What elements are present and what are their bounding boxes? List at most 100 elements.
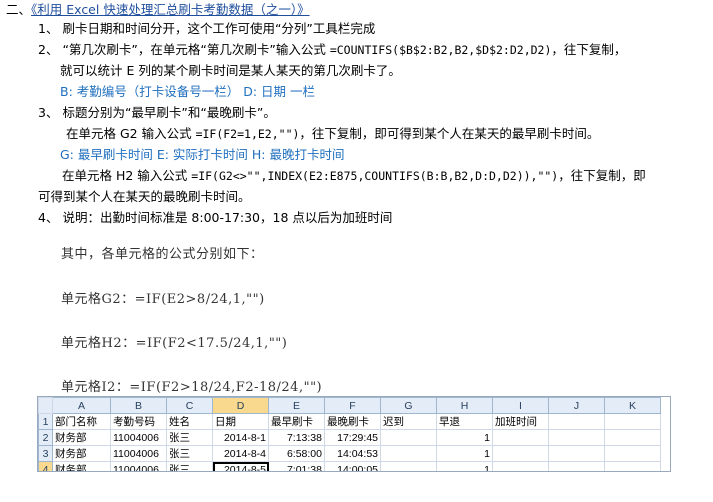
table-cell[interactable]	[604, 461, 661, 471]
table-cell[interactable]: 日期	[212, 413, 269, 430]
table-row: 2 财务部 11004006 张三 2014-8-1 7:13:38 17:29…	[38, 429, 661, 446]
table-cell[interactable]: 财务部	[52, 429, 111, 446]
table-row: 3 财务部 11004006 张三 2014-8-4 6:58:00 14:04…	[38, 445, 661, 462]
select-all-corner[interactable]	[38, 397, 53, 414]
step-number: 2、	[38, 42, 59, 57]
step-2-note: B: 考勤编号（打卡设备号一栏） D: 日期 一栏	[60, 84, 316, 99]
row-header[interactable]: 2	[38, 429, 53, 446]
step-1: 1、 刷卡日期和时间分开，这个工作可使用“分列”工具栏完成	[38, 21, 375, 37]
step-text: ，往下复制，即可得到某个人在某天的最早刷卡时间。	[299, 126, 600, 141]
row-header[interactable]: 1	[38, 413, 53, 430]
formula-intro: 其中，各单元格的公式分别如下：	[61, 247, 264, 262]
table-cell[interactable]	[380, 429, 437, 446]
step-3-g2: 在单元格 G2 输入公式 =IF(F2=1,E2,"")，往下复制，即可得到某个…	[66, 126, 599, 142]
step-number: 1、	[38, 21, 59, 36]
column-header[interactable]: B	[110, 397, 167, 414]
table-cell[interactable]: 2014-8-1	[212, 429, 269, 446]
table-cell[interactable]	[492, 461, 549, 471]
step-3: 3、 标题分别为“最早刷卡”和“最晚刷卡”。	[38, 105, 276, 121]
active-cell[interactable]: 2014-8-5	[212, 461, 269, 471]
column-header-row: A B C D E F G H I J K	[38, 397, 661, 414]
table-cell[interactable]	[604, 429, 661, 446]
table-cell[interactable]	[380, 445, 437, 462]
table-cell[interactable]	[548, 445, 605, 462]
table-cell[interactable]: 7:13:38	[268, 429, 325, 446]
table-cell[interactable]	[380, 461, 437, 471]
table-row: 1 部门名称 考勤号码 姓名 日期 最早刷卡 最晚刷卡 迟到 早退 加班时间	[38, 413, 661, 430]
table-cell[interactable]: 张三	[166, 461, 213, 471]
row-header[interactable]: 3	[38, 445, 53, 462]
step-2: 2、 “第几次刷卡”，在单元格“第几次刷卡”输入公式 =COUNTIFS($B$…	[38, 42, 626, 58]
table-cell[interactable]	[548, 461, 605, 471]
step-3-continued: 可得到某个人在某天的最晚刷卡时间。	[38, 189, 251, 204]
column-header[interactable]: G	[380, 397, 437, 414]
table-cell[interactable]	[492, 429, 549, 446]
table-row: 4 财务部 11004006 张三 2014-8-5 7:01:38 14:00…	[38, 461, 661, 471]
table-cell[interactable]: 张三	[166, 429, 213, 446]
table-cell[interactable]: 考勤号码	[110, 413, 167, 430]
column-header[interactable]: K	[604, 397, 661, 414]
table-cell[interactable]: 14:00:05	[324, 461, 381, 471]
table-cell[interactable]: 14:04:53	[324, 445, 381, 462]
step-3-note: G: 最早刷卡时间 E: 实际打卡时间 H: 最晚打卡时间	[60, 147, 345, 162]
table-cell[interactable]: 财务部	[52, 445, 111, 462]
step-text: 标题分别为“最早刷卡”和“最晚刷卡”。	[62, 105, 276, 120]
table-cell[interactable]	[604, 445, 661, 462]
table-cell[interactable]: 姓名	[166, 413, 213, 430]
step-text: “第几次刷卡”，在单元格“第几次刷卡”输入公式	[62, 42, 330, 57]
step-text: 刷卡日期和时间分开，这个工作可使用“分列”工具栏完成	[62, 21, 376, 36]
column-header[interactable]: F	[324, 397, 381, 414]
formula-i2: 单元格I2：=IF(F2>18/24,F2-18/24,"")	[61, 380, 323, 395]
table-cell[interactable]: 最晚刷卡	[324, 413, 381, 430]
step-text: ，往下复制，	[551, 42, 627, 57]
column-header[interactable]: E	[268, 397, 325, 414]
table-cell[interactable]: 11004006	[110, 445, 167, 462]
column-header[interactable]: D	[212, 397, 269, 414]
table-cell[interactable]	[548, 413, 605, 430]
step-text: ，往下复制，即	[558, 168, 646, 183]
formula: =COUNTIFS($B$2:B2,B2,$D$2:D2,D2)	[329, 43, 552, 57]
table-cell[interactable]: 2014-8-4	[212, 445, 269, 462]
step-text: 在单元格 H2 输入公式	[62, 168, 192, 183]
formula: =IF(G2<>"",INDEX(E2:E875,COUNTIFS(B:B,B2…	[191, 169, 559, 183]
spreadsheet-grid: A B C D E F G H I J K 1 部门名称 考勤号码 姓名 日期 …	[38, 397, 661, 471]
table-cell[interactable]: 部门名称	[52, 413, 111, 430]
article-link[interactable]: 《利用 Excel 快速处理汇总刷卡考勤数据（之一）》	[31, 2, 310, 17]
table-cell[interactable]: 1	[436, 429, 493, 446]
step-4: 4、 说明：出勤时间标准是 8:00-17:30，18 点以后为加班时间	[38, 210, 392, 226]
table-cell[interactable]: 1	[436, 461, 493, 471]
formula-h2: 单元格H2：=IF(F2<17.5/24,1,"")	[61, 336, 288, 351]
formula-g2: 单元格G2：=IF(E2>8/24,1,"")	[61, 292, 265, 307]
table-cell[interactable]: 最早刷卡	[268, 413, 325, 430]
step-3-h2: 在单元格 H2 输入公式 =IF(G2<>"",INDEX(E2:E875,CO…	[62, 168, 646, 184]
row-header[interactable]: 4	[38, 461, 53, 471]
column-header[interactable]: C	[166, 397, 213, 414]
step-text: 说明：出勤时间标准是 8:00-17:30，18 点以后为加班时间	[62, 210, 393, 225]
table-cell[interactable]: 早退	[436, 413, 493, 430]
step-number: 4、	[38, 210, 59, 225]
table-cell[interactable]: 财务部	[52, 461, 111, 471]
table-cell[interactable]	[492, 445, 549, 462]
column-header[interactable]: H	[436, 397, 493, 414]
table-cell[interactable]: 11004006	[110, 429, 167, 446]
column-header[interactable]: J	[548, 397, 605, 414]
table-cell[interactable]: 11004006	[110, 461, 167, 471]
table-cell[interactable]: 7:01:38	[268, 461, 325, 471]
section-heading: 二、《利用 Excel 快速处理汇总刷卡考勤数据（之一）》	[6, 2, 310, 18]
column-header[interactable]: I	[492, 397, 549, 414]
table-cell[interactable]: 迟到	[380, 413, 437, 430]
step-text: 在单元格 G2 输入公式	[66, 126, 196, 141]
table-cell[interactable]: 6:58:00	[268, 445, 325, 462]
step-2-continued: 就可以统计 E 列的某个刷卡时间是某人某天的第几次刷卡了。	[60, 63, 401, 78]
column-header[interactable]: A	[52, 397, 111, 414]
section-number: 二、	[6, 2, 32, 17]
table-cell[interactable]: 1	[436, 445, 493, 462]
table-cell[interactable]: 17:29:45	[324, 429, 381, 446]
spreadsheet: A B C D E F G H I J K 1 部门名称 考勤号码 姓名 日期 …	[37, 396, 671, 472]
table-cell[interactable]	[548, 429, 605, 446]
table-cell[interactable]	[604, 413, 661, 430]
table-cell[interactable]: 加班时间	[492, 413, 549, 430]
step-number: 3、	[38, 105, 59, 120]
table-cell[interactable]: 张三	[166, 445, 213, 462]
formula: =IF(F2=1,E2,"")	[195, 127, 300, 141]
